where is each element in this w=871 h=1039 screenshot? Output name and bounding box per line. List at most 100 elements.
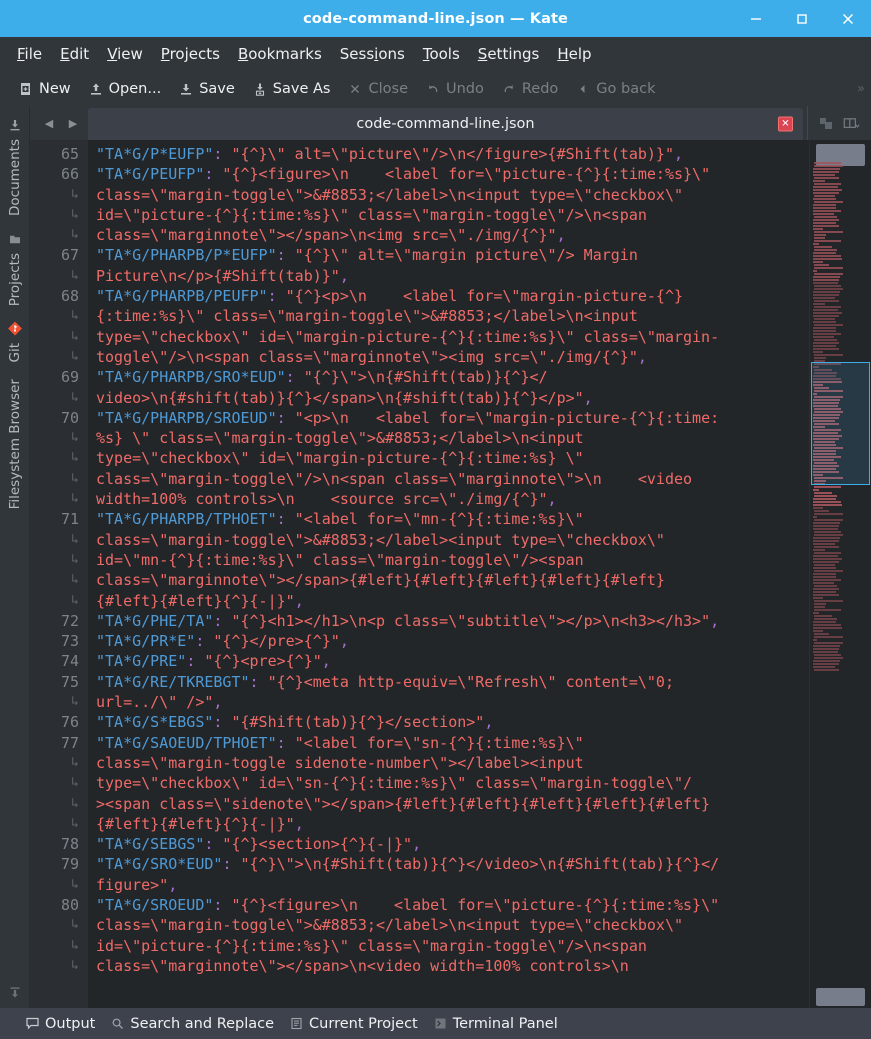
code-line[interactable]: "TA*G/PR*E": "{^}</pre>{^}", <box>96 631 809 651</box>
minimap-line <box>814 300 840 302</box>
json-string: type=\"checkbox\" id=\"margin-picture-{^… <box>96 449 584 468</box>
minimap-scrollbar[interactable] <box>809 140 871 1008</box>
json-string: class=\"margin-toggle sidenote-number\">… <box>96 753 584 772</box>
minimap-line <box>814 234 826 236</box>
code-line[interactable]: class=\"margin-toggle sidenote-number\">… <box>96 753 809 773</box>
code-line[interactable]: {:time:%s}\" class=\"margin-toggle\">&#8… <box>96 306 809 326</box>
code-line[interactable]: "TA*G/RE/TKREBGT": "{^}<meta http-equiv=… <box>96 672 809 692</box>
code-line[interactable]: "TA*G/SRO*EUD": "{^}\">\n{#Shift(tab)}{^… <box>96 854 809 874</box>
menu-help[interactable]: Help <box>548 41 600 67</box>
save-as-button[interactable]: Save As <box>244 78 340 100</box>
code-line[interactable]: "TA*G/PHARPB/SROEUD": "<p>\n <label for=… <box>96 408 809 428</box>
code-line[interactable]: id=\"picture-{^}{:time:%s}\" class=\"mar… <box>96 936 809 956</box>
json-string: "{^}<figure>\n <label for=\"picture-{^}{… <box>222 895 720 914</box>
code-line[interactable]: Picture\n</p>{#Shift(tab)}", <box>96 266 809 286</box>
code-line[interactable]: toggle\"/>\n<span class=\"marginnote\"><… <box>96 347 809 367</box>
menu-view[interactable]: View <box>98 41 152 67</box>
code-line[interactable]: video>\n{#shift(tab)}{^}</span>\n{#shift… <box>96 388 809 408</box>
code-line[interactable]: class=\"marginnote\"></span>\n<img src=\… <box>96 225 809 245</box>
status-label: Terminal Panel <box>452 1015 558 1032</box>
code-line[interactable]: "TA*G/PEUFP": "{^}<figure>\n <label for=… <box>96 164 809 184</box>
wrap-marker: ↳ <box>71 389 79 405</box>
minimap-line <box>813 210 841 212</box>
code-line[interactable]: {#left}{#left}{^}{-|}", <box>96 814 809 834</box>
code-line[interactable]: class=\"marginnote\"></span>{#left}{#lef… <box>96 570 809 590</box>
code-line[interactable]: class=\"margin-toggle\"/>\n<span class=\… <box>96 469 809 489</box>
status-current-project-button[interactable]: Current Project <box>290 1016 428 1032</box>
code-line[interactable]: "TA*G/PRE": "{^}<pre>{^}", <box>96 651 809 671</box>
code-line[interactable]: width=100% controls>\n <source src=\"./i… <box>96 489 809 509</box>
minimap-line <box>813 588 840 590</box>
menu-bookmarks[interactable]: Bookmarks <box>229 41 331 67</box>
code-line[interactable]: "TA*G/SROEUD": "{^}<figure>\n <label for… <box>96 895 809 915</box>
minimize-button[interactable] <box>733 0 779 37</box>
code-line[interactable]: url=../\" />", <box>96 692 809 712</box>
code-line[interactable]: {#left}{#left}{^}{-|}", <box>96 591 809 611</box>
sidebar-collapse-button[interactable] <box>8 986 22 1008</box>
menu-projects[interactable]: Projects <box>152 41 229 67</box>
line-number: 68 <box>60 287 79 306</box>
code-line[interactable]: type=\"checkbox\" id=\"margin-picture-{^… <box>96 327 809 347</box>
sidebar-item-documents[interactable]: Documents <box>4 110 26 224</box>
open-button[interactable]: Open... <box>80 78 171 100</box>
split-view-icon[interactable] <box>818 116 835 131</box>
code-line[interactable]: id=\"mn-{^}{:time:%s}\" class=\"margin-t… <box>96 550 809 570</box>
redo-arrow-icon <box>504 84 513 92</box>
json-string: "{^}<p>\n <label for=\"margin-picture-{^… <box>276 287 684 306</box>
menu-edit[interactable]: Edit <box>51 41 98 67</box>
split-columns-dropdown-icon[interactable] <box>843 116 860 131</box>
save-button[interactable]: Save <box>170 78 244 100</box>
code-line[interactable]: "TA*G/SEBGS": "{^}<section>{^}{-|}", <box>96 834 809 854</box>
tab-code-command-line-json[interactable]: code-command-line.json ✕ <box>88 108 803 140</box>
code-line[interactable]: class=\"margin-toggle\">&#8853;</label>\… <box>96 185 809 205</box>
code-line[interactable]: class=\"marginnote\"></span>\n<video wid… <box>96 956 809 976</box>
close-button-toolbar[interactable]: Close <box>339 78 417 100</box>
minimap-line <box>814 273 843 275</box>
toolbar-overflow-button[interactable]: » <box>857 81 865 96</box>
code-editor[interactable]: 65 66 ↳ ↳ ↳ 67 ↳ 68 ↳ ↳ ↳ 69 ↳ 70 ↳ ↳ ↳ ↳ 71 ↳ ↳ ↳ ↳ 72 73 74 75 ↳ 7… <box>30 140 871 1008</box>
code-line[interactable]: class=\"margin-toggle\">&#8853;</label>\… <box>96 915 809 935</box>
code-line[interactable]: "TA*G/SAOEUD/TPHOET": "<label for=\"sn-{… <box>96 733 809 753</box>
minimap-viewport[interactable] <box>811 362 870 485</box>
go-back-button[interactable]: Go back <box>567 78 664 100</box>
tab-label: code-command-line.json <box>356 116 535 132</box>
menu-settings[interactable]: Settings <box>469 41 549 67</box>
code-line[interactable]: "TA*G/PHARPB/PEUFP": "{^}<p>\n <label fo… <box>96 286 809 306</box>
collapse-icon <box>10 987 19 998</box>
code-line[interactable]: %s} \" class=\"margin-toggle\">&#8853;</… <box>96 428 809 448</box>
close-button[interactable] <box>825 0 871 37</box>
tab-next-button[interactable]: ▶ <box>62 111 84 135</box>
code-line[interactable]: "TA*G/PHARPB/SRO*EUD": "{^}\">\n{#Shift(… <box>96 367 809 387</box>
code-line[interactable]: figure>", <box>96 875 809 895</box>
sidebar-item-filesystem-browser[interactable]: Filesystem Browser <box>4 371 26 517</box>
menu-bar: File Edit View Projects Bookmarks Sessio… <box>0 37 871 71</box>
code-line[interactable]: "TA*G/PHE/TA": "{^}<h1></h1>\n<p class=\… <box>96 611 809 631</box>
minimap-line <box>813 525 839 527</box>
redo-button[interactable]: Redo <box>493 78 567 100</box>
sidebar-item-git[interactable]: Git <box>4 314 26 371</box>
maximize-button[interactable] <box>779 0 825 37</box>
status-search-replace-button[interactable]: Search and Replace <box>111 1016 284 1032</box>
new-button[interactable]: New <box>10 78 80 100</box>
code-line[interactable]: "TA*G/P*EUFP": "{^}\" alt=\"picture\"/>\… <box>96 144 809 164</box>
sidebar-item-label: Git <box>6 343 23 363</box>
tab-prev-button[interactable]: ◀ <box>38 111 60 135</box>
code-line[interactable]: class=\"margin-toggle\">&#8853;</label><… <box>96 530 809 550</box>
code-line[interactable]: type=\"checkbox\" id=\"margin-picture-{^… <box>96 448 809 468</box>
sidebar-item-projects[interactable]: Projects <box>4 224 26 314</box>
menu-file[interactable]: File <box>8 41 51 67</box>
undo-button[interactable]: Undo <box>417 78 493 100</box>
code-line[interactable]: ><span class=\"sidenote\"></span>{#left}… <box>96 794 809 814</box>
status-terminal-panel-button[interactable]: Terminal Panel <box>434 1016 568 1032</box>
code-line[interactable]: "TA*G/PHARPB/P*EUFP": "{^}\" alt=\"margi… <box>96 245 809 265</box>
code-line[interactable]: id=\"picture-{^}{:time:%s}\" class=\"mar… <box>96 205 809 225</box>
tab-close-icon[interactable]: ✕ <box>778 116 793 132</box>
code-line[interactable]: "TA*G/PHARPB/TPHOET": "<label for=\"mn-{… <box>96 509 809 529</box>
code-line[interactable]: type=\"checkbox\" id=\"sn-{^}{:time:%s}\… <box>96 773 809 793</box>
code-line[interactable]: "TA*G/S*EBGS": "{#Shift(tab)}{^}</sectio… <box>96 712 809 732</box>
minimap-bottom-thumb[interactable] <box>816 988 865 1006</box>
menu-sessions[interactable]: Sessions <box>331 41 414 67</box>
menu-tools[interactable]: Tools <box>414 41 469 67</box>
status-output-button[interactable]: Output <box>26 1016 105 1032</box>
code-content[interactable]: "TA*G/P*EUFP": "{^}\" alt=\"picture\"/>\… <box>88 140 809 1008</box>
